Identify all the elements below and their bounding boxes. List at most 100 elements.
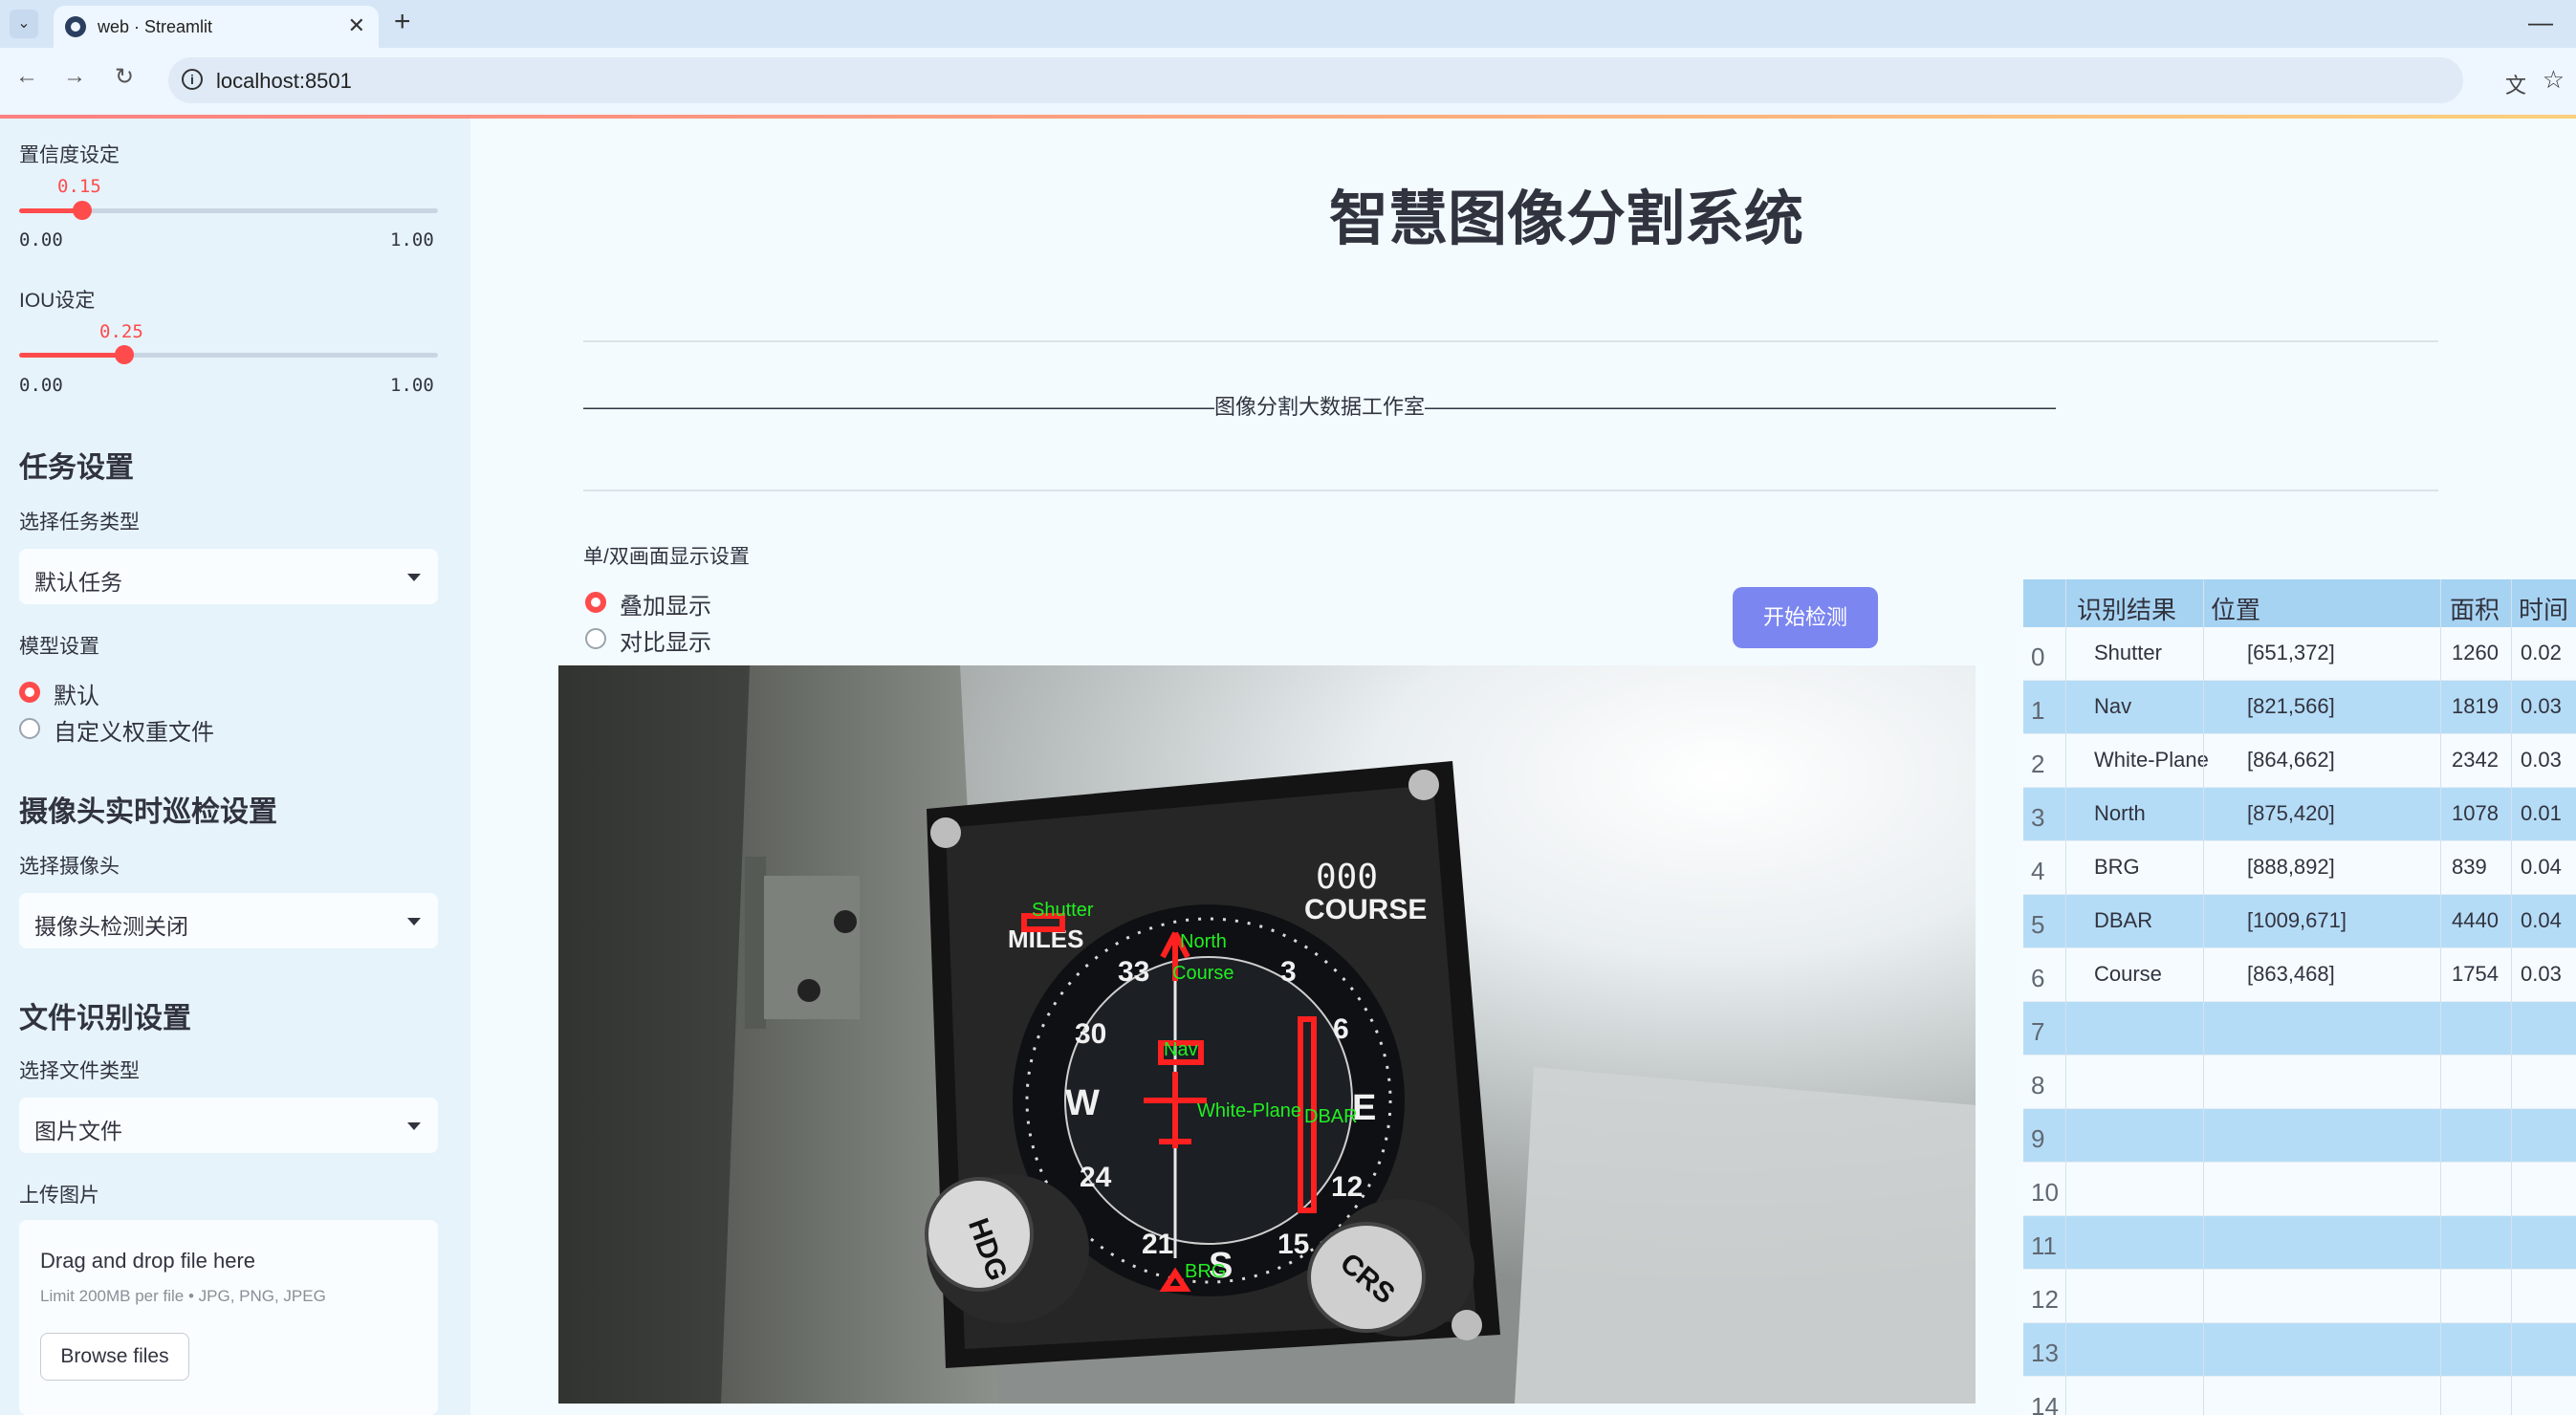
table-row[interactable]: 11 — [2023, 1216, 2576, 1270]
confidence-slider[interactable] — [19, 201, 438, 220]
table-row[interactable]: 14 — [2023, 1377, 2576, 1415]
table-row[interactable]: 8 — [2023, 1056, 2576, 1109]
camera-value: 摄像头检测关闭 — [34, 914, 188, 939]
translate-icon[interactable]: 文 — [2505, 69, 2526, 99]
col-header-result: 识别结果 — [2077, 596, 2177, 624]
start-detect-button[interactable]: 开始检测 — [1733, 587, 1878, 648]
table-row[interactable]: 9 — [2023, 1109, 2576, 1163]
table-row[interactable]: 10 — [2023, 1163, 2576, 1216]
camera-select[interactable]: 摄像头检测关闭 — [19, 893, 438, 948]
table-row[interactable]: 5 DBAR [1009,671] 4440 0.04 — [2023, 895, 2576, 948]
row-index: 5 — [2031, 910, 2045, 939]
forward-arrow-icon[interactable]: → — [63, 63, 86, 90]
browse-files-button[interactable]: Browse files — [40, 1333, 189, 1381]
course-digits: 000 — [1316, 858, 1378, 897]
row-index: 14 — [2031, 1392, 2059, 1415]
site-info-icon[interactable]: i — [182, 69, 203, 90]
address-bar: ← → ↻ i localhost:8501 文 ☆ — [0, 48, 2576, 115]
new-tab-plus-icon[interactable]: + — [394, 6, 411, 38]
row-index: 13 — [2031, 1339, 2059, 1367]
reload-icon[interactable]: ↻ — [115, 63, 134, 91]
camera-section-heading: 摄像头实时巡检设置 — [19, 796, 277, 828]
cell-time: 0.03 — [2521, 694, 2562, 718]
browser-tab[interactable]: web · Streamlit ✕ — [54, 6, 379, 48]
table-row[interactable]: 3 North [875,420] 1078 0.01 — [2023, 788, 2576, 841]
table-row[interactable]: 0 Shutter [651,372] 1260 0.02 — [2023, 627, 2576, 681]
table-row[interactable]: 4 BRG [888,892] 839 0.04 — [2023, 841, 2576, 895]
model-option-label: 默认 — [54, 684, 99, 709]
cell-position: [888,892] — [2247, 855, 2335, 879]
radio-unselected-icon[interactable] — [585, 628, 606, 649]
iou-slider[interactable] — [19, 345, 438, 364]
model-label: 模型设置 — [19, 636, 99, 658]
file-type-select[interactable]: 图片文件 — [19, 1098, 438, 1153]
row-index: 11 — [2031, 1231, 2057, 1260]
task-type-select[interactable]: 默认任务 — [19, 549, 438, 604]
dropzone-title: Drag and drop file here — [40, 1249, 256, 1273]
page-title: 智慧图像分割系统 — [1329, 186, 1804, 252]
cell-area: 2342 — [2452, 748, 2499, 772]
detection-label: BRG — [1185, 1261, 1226, 1282]
iou-min: 0.00 — [19, 375, 63, 396]
cell-time: 0.03 — [2521, 748, 2562, 772]
confidence-min: 0.00 — [19, 229, 63, 250]
radio-unselected-icon[interactable] — [19, 718, 40, 739]
detection-label: DBAR — [1304, 1106, 1358, 1127]
column-divider — [2203, 579, 2204, 1415]
dial-number: 6 — [1333, 1013, 1349, 1045]
table-row[interactable]: 13 — [2023, 1323, 2576, 1377]
col-header-position: 位置 — [2211, 596, 2261, 624]
column-divider — [2511, 579, 2512, 1415]
confidence-slider-thumb[interactable] — [72, 201, 92, 220]
col-header-area: 面积 — [2450, 596, 2500, 624]
cell-area: 1078 — [2452, 801, 2499, 825]
cell-position: [821,566] — [2247, 694, 2335, 718]
caret-down-icon — [407, 1122, 421, 1130]
task-section-heading: 任务设置 — [19, 452, 134, 484]
row-index: 0 — [2031, 642, 2045, 671]
table-row[interactable]: 7 — [2023, 1002, 2576, 1056]
row-index: 6 — [2031, 964, 2045, 992]
cell-result: Shutter — [2094, 641, 2162, 664]
dropzone-limit: Limit 200MB per file • JPG, PNG, JPEG — [40, 1287, 326, 1305]
file-type-value: 图片文件 — [34, 1119, 122, 1143]
iou-slider-thumb[interactable] — [114, 345, 134, 364]
file-dropzone[interactable]: Drag and drop file here Limit 200MB per … — [19, 1220, 438, 1415]
column-divider — [2440, 579, 2441, 1415]
course-label: COURSE — [1304, 894, 1427, 925]
iou-label: IOU设定 — [19, 290, 96, 312]
cell-time: 0.04 — [2521, 908, 2562, 932]
radio-selected-icon[interactable] — [19, 682, 40, 703]
result-image: MILES COURSE 000 33 30 W 24 21 S 15 12 E… — [558, 665, 1976, 1404]
table-row[interactable]: 1 Nav [821,566] 1819 0.03 — [2023, 681, 2576, 734]
back-arrow-icon[interactable]: ← — [15, 63, 38, 90]
cell-area: 839 — [2452, 855, 2487, 879]
cell-result: Nav — [2094, 694, 2132, 718]
camera-label: 选择摄像头 — [19, 856, 120, 878]
url-field[interactable]: i localhost:8501 — [168, 57, 2463, 103]
screw-icon — [930, 817, 961, 848]
table-row[interactable]: 2 White-Plane [864,662] 2342 0.03 — [2023, 734, 2576, 788]
caret-down-icon — [407, 574, 421, 581]
cell-area: 4440 — [2452, 908, 2499, 932]
display-option-label: 叠加显示 — [620, 594, 711, 620]
minimize-window-icon[interactable]: — — [2528, 8, 2553, 37]
col-header-time: 时间 — [2519, 596, 2569, 624]
bookmark-star-icon[interactable]: ☆ — [2543, 65, 2565, 95]
cell-area: 1260 — [2452, 641, 2499, 664]
display-option-label: 对比显示 — [620, 630, 711, 656]
cell-time: 0.04 — [2521, 855, 2562, 879]
close-tab-icon[interactable]: ✕ — [348, 13, 365, 38]
radio-selected-icon[interactable] — [585, 592, 606, 613]
cell-position: [863,468] — [2247, 962, 2335, 986]
tab-list-chevron-icon[interactable]: ⌄ — [10, 10, 38, 38]
table-row[interactable]: 12 — [2023, 1270, 2576, 1323]
row-index: 10 — [2031, 1178, 2059, 1207]
cell-position: [1009,671] — [2247, 908, 2347, 932]
dashed-subtitle: ——————————————————————————————图像分割大数据工作室… — [583, 395, 2057, 419]
dial-number: 33 — [1118, 956, 1149, 988]
cell-time: 0.01 — [2521, 801, 2562, 825]
table-row[interactable]: 6 Course [863,468] 1754 0.03 — [2023, 948, 2576, 1002]
confidence-value: 0.15 — [57, 176, 101, 197]
sidebar: 置信度设定 0.15 0.00 1.00 IOU设定 0.25 0.00 1.0… — [0, 119, 470, 1415]
